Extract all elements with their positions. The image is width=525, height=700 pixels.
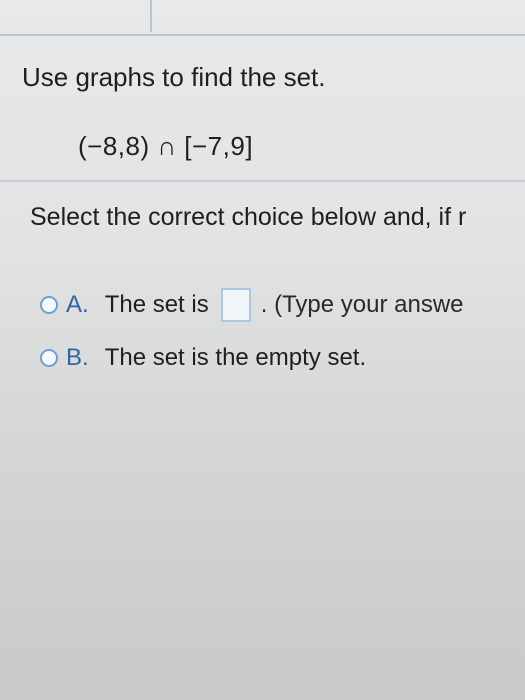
- radio-a-icon[interactable]: [40, 296, 58, 314]
- choice-a[interactable]: A. The set is . (Type your answe: [40, 288, 464, 322]
- choice-a-hint: . (Type your answe: [260, 291, 464, 318]
- section-divider: [0, 180, 525, 182]
- top-toolbar: [0, 0, 525, 36]
- choice-b-label: The set is the empty set.: [104, 344, 367, 371]
- toolbar-divider: [150, 0, 152, 32]
- choice-b[interactable]: B. The set is the empty set.: [40, 341, 366, 375]
- question-title: Use graphs to find the set.: [22, 62, 326, 92]
- instructions-text: Select the correct choice below and, if …: [30, 203, 467, 231]
- choice-a-label: The set is: [104, 291, 209, 318]
- radio-b-icon[interactable]: [40, 349, 58, 367]
- choice-b-letter: B.: [66, 344, 89, 371]
- answer-input[interactable]: [220, 288, 251, 322]
- choice-a-letter: A.: [66, 291, 89, 318]
- set-expression: (−8,8) ∩ [−7,9]: [78, 131, 254, 161]
